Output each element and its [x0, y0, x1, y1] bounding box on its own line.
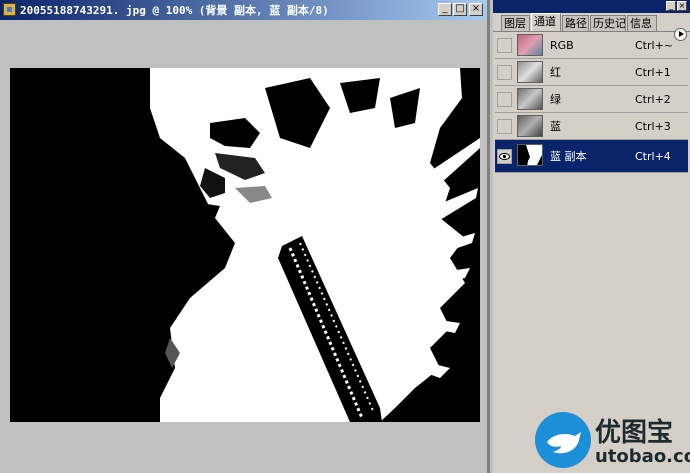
watermark-brand: 优图宝 — [595, 418, 674, 448]
channel-name: 蓝 — [550, 120, 561, 133]
channel-thumbnail — [517, 61, 543, 83]
channel-row-red[interactable]: 红 Ctrl+1 — [495, 59, 688, 86]
eye-icon[interactable] — [497, 149, 512, 164]
tab-channels[interactable]: 通道 — [531, 13, 561, 31]
channel-shortcut: Ctrl+1 — [635, 66, 671, 79]
canvas-workspace[interactable] — [0, 20, 487, 473]
watermark: 优图宝 utobao.com — [535, 410, 690, 473]
channels-palette: _ × 图层 通道 路径 历史记录 信息 RGB Ctrl+~ 红 Ctrl+1… — [493, 0, 690, 473]
channel-thumbnail — [517, 88, 543, 110]
channel-row-rgb[interactable]: RGB Ctrl+~ — [495, 32, 688, 59]
palette-tabs: 图层 通道 路径 历史记录 信息 — [493, 13, 690, 41]
tab-info[interactable]: 信息 — [627, 15, 657, 31]
visibility-toggle[interactable] — [497, 65, 512, 80]
visibility-toggle[interactable] — [497, 38, 512, 53]
document-title: 20055188743291. jpg @ 100% (背景 副本, 蓝 副本/… — [20, 4, 329, 17]
watermark-url: utobao.com — [595, 446, 690, 467]
tab-paths[interactable]: 路径 — [562, 15, 589, 31]
palette-title-bar[interactable]: _ × — [493, 0, 690, 13]
maximize-button[interactable]: □ — [453, 3, 467, 16]
channel-thumbnail — [517, 115, 543, 137]
palette-minimize-button[interactable]: _ — [666, 1, 676, 11]
channel-name: 蓝 副本 — [550, 150, 587, 163]
channel-shortcut: Ctrl+3 — [635, 120, 671, 133]
minimize-button[interactable]: _ — [438, 3, 452, 16]
tab-layers[interactable]: 图层 — [501, 15, 530, 31]
channel-name: RGB — [550, 39, 574, 52]
channel-shortcut: Ctrl+~ — [635, 39, 674, 52]
channel-mask-image[interactable] — [10, 68, 480, 422]
mask-artwork — [10, 68, 480, 422]
channel-thumbnail — [517, 34, 543, 56]
visibility-toggle[interactable] — [497, 119, 512, 134]
tab-history[interactable]: 历史记录 — [590, 15, 626, 31]
channel-name: 红 — [550, 66, 561, 79]
channel-shortcut: Ctrl+4 — [635, 150, 671, 163]
channel-row-blue-copy[interactable]: 蓝 副本 Ctrl+4 — [495, 140, 688, 173]
document-window: 20055188743291. jpg @ 100% (背景 副本, 蓝 副本/… — [0, 0, 487, 473]
visibility-toggle[interactable] — [497, 92, 512, 107]
palette-close-button[interactable]: × — [677, 1, 687, 11]
photoshop-document-icon — [3, 3, 16, 16]
document-title-bar[interactable]: 20055188743291. jpg @ 100% (背景 副本, 蓝 副本/… — [0, 0, 487, 20]
channel-thumbnail — [517, 144, 543, 166]
bird-logo-icon — [535, 412, 591, 468]
channel-name: 绿 — [550, 93, 561, 106]
channel-shortcut: Ctrl+2 — [635, 93, 671, 106]
channel-row-blue[interactable]: 蓝 Ctrl+3 — [495, 113, 688, 140]
close-button[interactable]: × — [469, 3, 483, 16]
channel-row-green[interactable]: 绿 Ctrl+2 — [495, 86, 688, 113]
